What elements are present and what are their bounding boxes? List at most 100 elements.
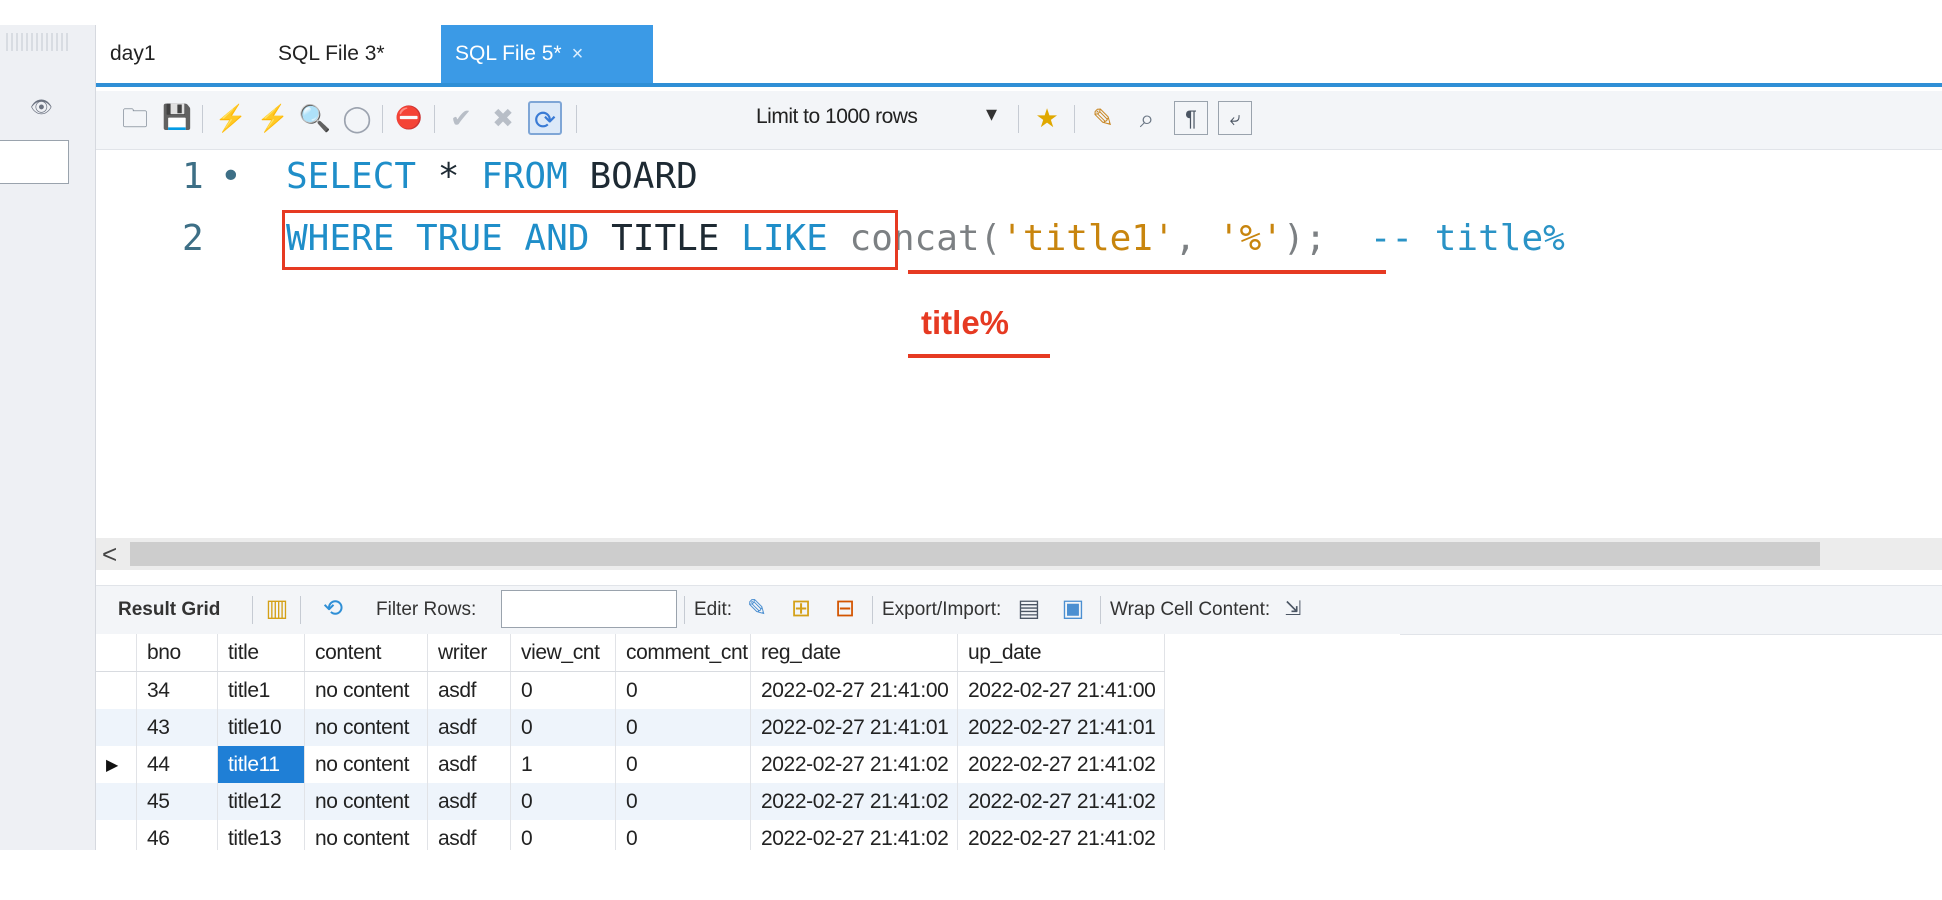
table-cell[interactable]: title10	[217, 709, 305, 746]
table-row[interactable]: 43 title10 no content asdf 0 0 2022-02-27 21:4…	[96, 709, 1165, 746]
scroll-left-arrow[interactable]: <	[102, 538, 117, 570]
insert-row-icon[interactable]: ⊞	[786, 594, 816, 624]
toolbar-separator	[576, 105, 577, 133]
table-cell[interactable]: 0	[615, 746, 751, 783]
commit-icon[interactable]: ✔	[444, 101, 478, 135]
table-cell[interactable]: 2022-02-27 21:41:00	[957, 671, 1165, 709]
table-cell[interactable]: 0	[510, 671, 616, 709]
table-cell[interactable]: 2022-02-27 21:41:00	[750, 671, 958, 709]
autocommit-icon[interactable]: ⟳	[528, 101, 562, 135]
wrap-icon[interactable]: ⤶	[1218, 101, 1252, 135]
invisibles-icon[interactable]: ¶	[1174, 101, 1208, 135]
table-cell[interactable]: asdf	[427, 820, 511, 850]
table-cell[interactable]: title12	[217, 783, 305, 820]
table-cell[interactable]: title11	[217, 746, 305, 783]
table-cell[interactable]: no content	[304, 671, 428, 709]
table-cell[interactable]: 0	[510, 709, 616, 746]
table-cell[interactable]: 0	[615, 820, 751, 850]
rollback-icon[interactable]: ✖	[486, 101, 520, 135]
table-cell[interactable]: 34	[136, 671, 218, 709]
table-cell[interactable]: 2022-02-27 21:41:02	[957, 783, 1165, 820]
filter-rows-input[interactable]	[501, 590, 677, 628]
table-cell[interactable]: asdf	[427, 746, 511, 783]
execute-icon[interactable]: ⚡	[214, 101, 248, 135]
folder-icon[interactable]: 🗀	[118, 101, 152, 135]
table-cell[interactable]: no content	[304, 709, 428, 746]
table-cell[interactable]: 2022-02-27 21:41:01	[957, 709, 1165, 746]
table-cell[interactable]: 2022-02-27 21:41:01	[750, 709, 958, 746]
table-row[interactable]: 46 title13 no content asdf 0 0 2022-02-27 21:4…	[96, 820, 1165, 850]
table-cell[interactable]: 43	[136, 709, 218, 746]
table-cell[interactable]: 46	[136, 820, 218, 850]
table-cell[interactable]: 2022-02-27 21:41:02	[750, 820, 958, 850]
table-cell[interactable]: 2022-02-27 21:41:02	[750, 783, 958, 820]
row-selector[interactable]	[96, 820, 137, 850]
table-cell[interactable]: 2022-02-27 21:41:02	[957, 746, 1165, 783]
table-cell[interactable]: 0	[615, 709, 751, 746]
row-selector[interactable]	[96, 671, 137, 709]
close-icon[interactable]: ×	[572, 43, 584, 65]
scrollbar-thumb[interactable]	[130, 542, 1820, 566]
eye-icon[interactable]: 👁	[30, 97, 53, 118]
export-icon[interactable]: ▤	[1014, 594, 1044, 624]
sql-editor[interactable]: 1 • SELECT * FROM BOARD 2 WHERE TRUE AND…	[96, 150, 1942, 538]
column-header-writer[interactable]: writer	[427, 634, 511, 672]
save-icon[interactable]: 💾	[160, 101, 194, 135]
sidebar-panel-input[interactable]	[0, 140, 69, 184]
column-header-reg-date[interactable]: reg_date	[750, 634, 958, 672]
table-row[interactable]: ▶ 44 title11 no content asdf 1 0 2022-02-27 21:…	[96, 746, 1165, 783]
grid-view-icon[interactable]: ▥	[262, 594, 292, 624]
toolbar-separator	[684, 596, 685, 624]
drag-grip[interactable]	[6, 33, 71, 51]
column-header-view-cnt[interactable]: view_cnt	[510, 634, 616, 672]
table-cell[interactable]: 0	[615, 783, 751, 820]
result-grid-label[interactable]: Result Grid	[118, 599, 220, 621]
tab-day1[interactable]: day1	[96, 25, 224, 83]
refresh-icon[interactable]: ⟲	[318, 594, 348, 624]
column-header-up-date[interactable]: up_date	[957, 634, 1165, 672]
delete-row-icon[interactable]: ⊟	[830, 594, 860, 624]
edit-row-icon[interactable]: ✎	[742, 594, 772, 624]
row-selector[interactable]: ▶	[96, 746, 137, 783]
beautify-icon[interactable]: ✎	[1086, 101, 1120, 135]
table-cell[interactable]: 2022-02-27 21:41:02	[750, 746, 958, 783]
chevron-down-icon[interactable]: ▾	[986, 101, 997, 127]
table-cell[interactable]: title1	[217, 671, 305, 709]
table-cell[interactable]: no content	[304, 746, 428, 783]
toggle-error-icon[interactable]: ⛔	[392, 101, 426, 135]
table-cell[interactable]: 44	[136, 746, 218, 783]
table-cell[interactable]: no content	[304, 820, 428, 850]
favorite-icon[interactable]: ★	[1030, 101, 1064, 135]
code-line-1[interactable]: SELECT * FROM BOARD	[286, 156, 698, 197]
find-icon[interactable]: ⌕	[1130, 101, 1164, 135]
column-header-content[interactable]: content	[304, 634, 428, 672]
table-cell[interactable]: title13	[217, 820, 305, 850]
table-cell[interactable]: asdf	[427, 783, 511, 820]
table-cell[interactable]: 0	[510, 783, 616, 820]
table-cell[interactable]: 0	[510, 820, 616, 850]
stop-icon[interactable]: ◯	[340, 101, 374, 135]
column-header-bno[interactable]: bno	[136, 634, 218, 672]
table-cell[interactable]: asdf	[427, 709, 511, 746]
tab-sql-file-3[interactable]: SQL File 3*	[264, 25, 432, 83]
column-header-title[interactable]: title	[217, 634, 305, 672]
row-selector[interactable]	[96, 709, 137, 746]
table-cell[interactable]: 1	[510, 746, 616, 783]
limit-rows-select[interactable]: Limit to 1000 rows	[756, 105, 918, 129]
table-cell[interactable]: 2022-02-27 21:41:02	[957, 820, 1165, 850]
editor-horizontal-scrollbar[interactable]: <	[96, 538, 1942, 570]
table-cell[interactable]: 45	[136, 783, 218, 820]
row-selector[interactable]	[96, 783, 137, 820]
tab-sql-file-5[interactable]: SQL File 5* ×	[441, 25, 653, 83]
table-cell[interactable]: 0	[615, 671, 751, 709]
column-header-comment-cnt[interactable]: comment_cnt	[615, 634, 751, 672]
wrap-cell-icon[interactable]: ⇲	[1278, 594, 1308, 624]
table-row[interactable]: 45 title12 no content asdf 0 0 2022-02-27 21:4…	[96, 783, 1165, 820]
table-row[interactable]: 34 title1 no content asdf 0 0 2022-02-27 21:41…	[96, 671, 1165, 709]
table-cell[interactable]: asdf	[427, 671, 511, 709]
table-cell[interactable]: no content	[304, 783, 428, 820]
import-icon[interactable]: ▣	[1058, 594, 1088, 624]
execute-current-icon[interactable]: ⚡	[256, 101, 290, 135]
explain-icon[interactable]: 🔍	[298, 101, 332, 135]
result-grid[interactable]: bno title content writer view_cnt comment_cnt…	[96, 634, 1400, 850]
